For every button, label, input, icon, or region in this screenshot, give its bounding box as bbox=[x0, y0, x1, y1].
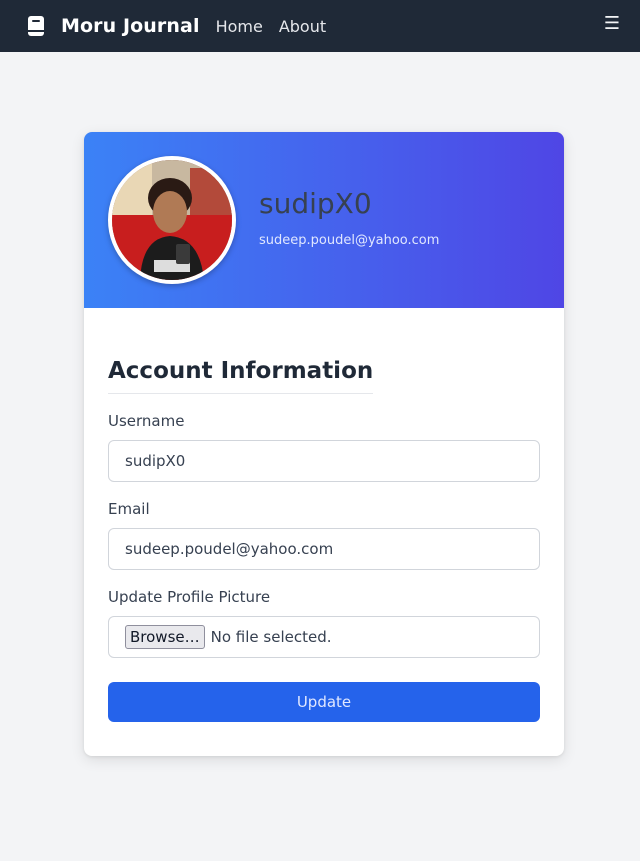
profile-email: sudeep.poudel@yahoo.com bbox=[259, 233, 440, 248]
file-input[interactable]: Browse… No file selected. bbox=[108, 616, 540, 658]
username-input[interactable] bbox=[108, 440, 540, 482]
browse-button[interactable]: Browse… bbox=[125, 625, 205, 649]
navbar: Moru Journal Home About ☰ bbox=[0, 0, 640, 52]
email-label: Email bbox=[108, 500, 150, 518]
profile-username: sudipX0 bbox=[259, 187, 372, 220]
file-status: No file selected. bbox=[210, 628, 332, 646]
update-button[interactable]: Update bbox=[108, 682, 540, 722]
picture-label: Update Profile Picture bbox=[108, 588, 271, 606]
account-form: Account Information Username Email Updat… bbox=[84, 308, 564, 722]
nav-link-home[interactable]: Home bbox=[216, 17, 263, 36]
avatar bbox=[108, 156, 236, 284]
brand-link[interactable]: Moru Journal bbox=[26, 15, 200, 37]
email-input[interactable] bbox=[108, 528, 540, 570]
hamburger-icon[interactable]: ☰ bbox=[604, 13, 620, 34]
profile-card: sudipX0 sudeep.poudel@yahoo.com Account … bbox=[84, 132, 564, 756]
section-title: Account Information bbox=[108, 358, 374, 394]
book-icon bbox=[26, 15, 46, 37]
profile-header: sudipX0 sudeep.poudel@yahoo.com bbox=[84, 132, 564, 308]
brand-name: Moru Journal bbox=[61, 15, 200, 37]
username-label: Username bbox=[108, 412, 185, 430]
nav-link-about[interactable]: About bbox=[279, 17, 326, 36]
